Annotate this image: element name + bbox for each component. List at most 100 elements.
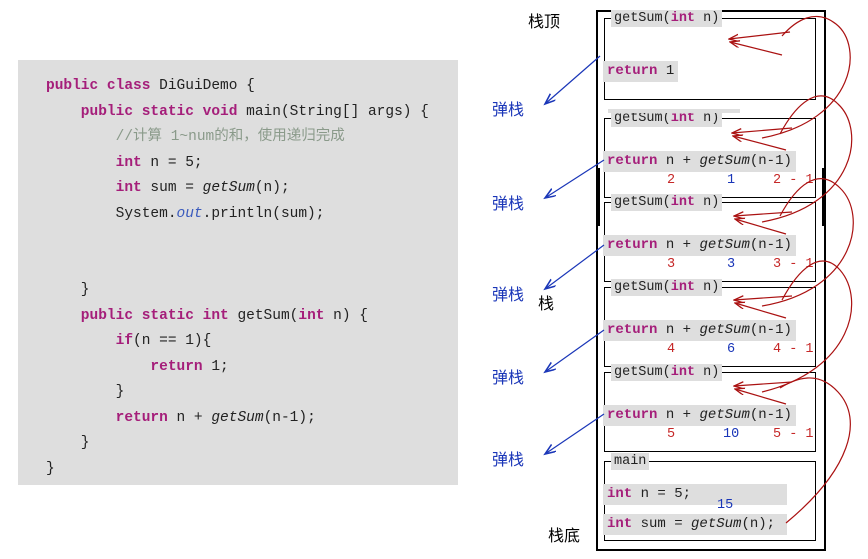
code-line-15: } xyxy=(18,431,458,457)
frame-5-annotation-3: 5 - 1 xyxy=(773,427,814,442)
frame-5: getSum(int n) return n + getSum(n-1) 5 10 5 … xyxy=(603,364,816,452)
frame-5-annotation-2: 10 xyxy=(723,427,740,442)
label-stack: 栈 xyxy=(538,294,555,313)
frame-1-header-seg-2: n) xyxy=(695,11,720,26)
code-line-10-seg-5: n) { xyxy=(324,307,368,324)
frame-5-body-seg-3: (n-1) xyxy=(749,407,792,423)
frame-main-body-line-2: int sum = getSum(n); xyxy=(603,514,787,535)
code-line-14-seg-2: getSum xyxy=(211,409,264,426)
frame-main-body-line-2-seg-2: getSum xyxy=(691,516,742,532)
frame-2-body-seg-0: return xyxy=(607,153,658,169)
java-code-panel: public class DiGuiDemo { public static v… xyxy=(18,60,458,485)
frame-main-header: main xyxy=(611,453,650,470)
frame-main-body-line-2-seg-0: int xyxy=(607,516,633,532)
frame-3-annotation-1: 3 xyxy=(667,257,676,272)
frame-4-header: getSum(int n) xyxy=(611,279,723,296)
code-line-1-seg-2: DiGuiDemo { xyxy=(159,78,255,94)
frame-1-header: getSum(int n) xyxy=(611,10,723,27)
code-line-6-seg-1: out xyxy=(176,205,203,222)
code-line-5-seg-3: (n); xyxy=(254,180,290,196)
frame-5-header-seg-0: getSum( xyxy=(614,365,671,380)
frame-2-body-seg-1: n + xyxy=(657,153,700,169)
frame-5-annotation-1: 5 xyxy=(667,427,676,442)
code-line-1-seg-0: public xyxy=(46,78,107,94)
frame-3-header-seg-2: n) xyxy=(695,195,720,210)
frame-main-body-line-1: int n = 5; xyxy=(603,484,787,505)
frame-4-annotation-1: 4 xyxy=(667,342,676,357)
frame-4-header-seg-0: getSum( xyxy=(614,280,671,295)
stack-right-thick-mark xyxy=(822,168,826,226)
code-line-6: System.out.println(sum); xyxy=(18,202,458,228)
label-pop-2: 弹栈 xyxy=(492,194,525,213)
frame-3-body-seg-1: n + xyxy=(657,237,700,253)
code-line-14: return n + getSum(n-1); xyxy=(18,406,458,432)
code-line-16: } xyxy=(18,457,458,483)
code-line-10-seg-0: public xyxy=(46,307,142,324)
frame-5-body: return n + getSum(n-1) xyxy=(603,405,796,426)
frame-5-header-seg-1: int xyxy=(670,365,696,380)
code-line-10-seg-1: static xyxy=(141,307,203,324)
diagram-root: public class DiGuiDemo { public static v… xyxy=(0,0,868,559)
frame-main-annotation-1: 15 xyxy=(717,498,734,513)
code-line-1-seg-1: class xyxy=(106,78,160,94)
frame-2-header-seg-0: getSum( xyxy=(614,111,671,126)
code-line-2-seg-1: static xyxy=(141,103,203,120)
frame-3: getSum(int n) return n + getSum(n-1) 3 3 3 -… xyxy=(603,194,816,282)
code-line-4: int n = 5; xyxy=(18,151,458,177)
frame-2-annotation-1: 2 xyxy=(667,173,676,188)
code-line-12-seg-1: 1; xyxy=(211,358,229,375)
label-pop-4: 弹栈 xyxy=(492,368,525,387)
code-line-15-seg-0: } xyxy=(46,435,90,451)
code-line-1: public class DiGuiDemo { xyxy=(18,74,458,100)
frame-1-body-seg-1: 1 xyxy=(657,63,675,79)
frame-3-body-seg-2: getSum xyxy=(699,237,750,253)
frame-4-body-seg-1: n + xyxy=(657,322,700,338)
frame-main-body-line-2-seg-1: sum = xyxy=(632,516,692,532)
frame-4-body-seg-0: return xyxy=(607,322,658,338)
frame-4: getSum(int n) return n + getSum(n-1) 4 6 4 -… xyxy=(603,279,816,367)
frame-2-body: return n + getSum(n-1) xyxy=(603,151,796,172)
code-line-3-seg-0: //计算 1~num的和，使用递归完成 xyxy=(46,129,345,145)
frame-main: main int n = 5; int sum = getSum(n); 15 xyxy=(603,453,816,541)
code-line-5-seg-0: int xyxy=(46,180,142,196)
code-line-9: } xyxy=(18,278,458,304)
frame-5-header-seg-2: n) xyxy=(695,365,720,380)
code-line-11-seg-1: (n == 1){ xyxy=(133,333,212,349)
label-stack-bottom: 栈底 xyxy=(548,526,581,545)
frame-2-body-seg-3: (n-1) xyxy=(749,153,792,169)
code-line-10-seg-3: getSum( xyxy=(237,307,299,324)
frame-1: getSum(int n) return 1 xyxy=(603,10,816,100)
code-line-4-seg-0: int xyxy=(46,154,142,171)
frame-separator-bar xyxy=(608,109,740,113)
code-line-6-seg-0: System. xyxy=(46,205,177,222)
frame-5-header: getSum(int n) xyxy=(611,364,723,381)
code-line-2-seg-0: public xyxy=(46,103,142,120)
frame-3-body-seg-3: (n-1) xyxy=(749,237,792,253)
label-pop-5: 弹栈 xyxy=(492,450,525,469)
code-line-14-seg-3: (n-1); xyxy=(263,409,316,426)
code-line-2-seg-3: main(String[] args) { xyxy=(246,103,429,120)
stack-left-thick-mark xyxy=(596,168,600,226)
frame-3-header-seg-1: int xyxy=(670,195,696,210)
code-line-10: public static int getSum(int n) { xyxy=(18,304,458,330)
label-pop-3: 弹栈 xyxy=(492,285,525,304)
code-line-16-seg-0: } xyxy=(46,460,55,477)
code-line-10-seg-2: int xyxy=(202,307,238,324)
frame-3-header-seg-0: getSum( xyxy=(614,195,671,210)
frame-2: getSum(int n) return n + getSum(n-1) 2 1 2 -… xyxy=(603,110,816,198)
code-line-10-seg-4: int xyxy=(298,307,325,324)
code-line-11-seg-0: if xyxy=(46,333,134,349)
frame-4-header-seg-2: n) xyxy=(695,280,720,295)
code-line-2: public static void main(String[] args) { xyxy=(18,100,458,126)
code-line-11: if(n == 1){ xyxy=(18,329,458,355)
code-line-5-seg-1: sum = xyxy=(141,180,203,196)
frame-main-body-line-1-seg-0: int xyxy=(607,486,633,502)
frame-main-header-seg-0: main xyxy=(614,454,647,469)
code-line-4-seg-1: n = 5; xyxy=(141,154,203,171)
frame-4-body-seg-2: getSum xyxy=(699,322,750,338)
frame-2-header-seg-1: int xyxy=(670,111,696,126)
frame-4-body-seg-3: (n-1) xyxy=(749,322,792,338)
frame-4-annotation-2: 6 xyxy=(727,342,736,357)
